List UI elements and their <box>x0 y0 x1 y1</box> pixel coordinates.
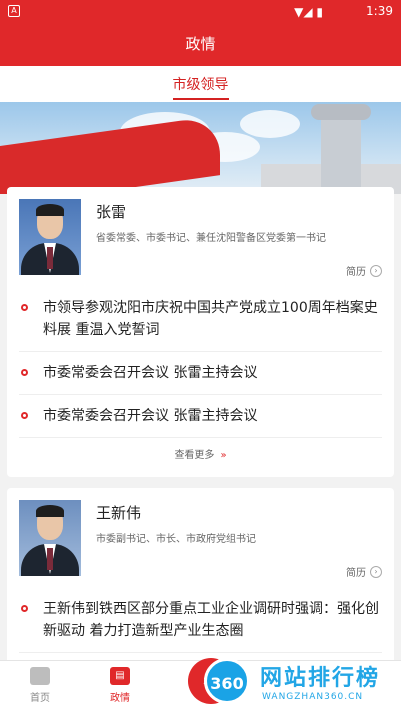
news-item[interactable]: 王新伟到铁西区部分重点工业企业调研时强调：强化创新驱动 着力打造新型产业生态圈 <box>19 588 382 653</box>
resume-label: 简历 <box>346 568 366 579</box>
page-title: 政情 <box>0 22 401 66</box>
leader-photo <box>19 500 81 576</box>
leader-card: 张雷 省委常委、市委书记、兼任沈阳警备区党委第一书记 简历 › 市领导参观沈阳市… <box>7 187 394 477</box>
news-list: 市领导参观沈阳市庆祝中国共产党成立100周年档案史料展 重温入党誓词 市委常委会… <box>7 287 394 438</box>
double-chevron-icon: » <box>220 450 227 461</box>
news-item[interactable]: 市委常委会召开会议 张雷主持会议 <box>19 395 382 438</box>
leader-name: 王新伟 <box>96 504 142 522</box>
leader-header[interactable]: 张雷 省委常委、市委书记、兼任沈阳警备区党委第一书记 简历 › <box>7 187 394 287</box>
politics-icon: ▤ <box>110 667 130 685</box>
leader-photo <box>19 199 81 275</box>
chevron-right-icon: › <box>370 565 382 578</box>
view-more-link[interactable]: 查看更多» <box>7 446 394 461</box>
banner-image <box>0 102 401 194</box>
bullet-icon <box>21 605 28 612</box>
resume-link[interactable]: 简历 › <box>346 564 382 579</box>
chevron-right-icon: › <box>370 264 382 277</box>
watermark-subtext: WANGZHAN360.CN <box>262 692 364 702</box>
tab-politics[interactable]: ▤ 政情 <box>90 667 150 704</box>
watermark-text: 网站排行榜 <box>260 666 381 691</box>
news-item[interactable]: 市委常委会召开会议 张雷主持会议 <box>19 352 382 395</box>
sub-navigation: 市级领导 <box>0 66 401 102</box>
bullet-icon <box>21 304 28 311</box>
red-flag-decoration <box>0 115 220 194</box>
leader-header[interactable]: 王新伟 市委副书记、市长、市政府党组书记 简历 › <box>7 488 394 588</box>
home-icon <box>30 667 50 685</box>
tab-home[interactable]: 首页 <box>10 667 70 704</box>
watermark-logo: 看 360 网站排行榜 WANGZHAN360.CN <box>180 656 401 713</box>
bullet-icon <box>21 412 28 419</box>
clock: 1:39 <box>366 4 393 18</box>
leader-title: 省委常委、市委书记、兼任沈阳警备区党委第一书记 <box>96 233 326 244</box>
bullet-icon <box>21 369 28 376</box>
watermark-360-circle: 360 <box>204 658 250 704</box>
resume-label: 简历 <box>346 267 366 278</box>
tab-city-leaders[interactable]: 市级领导 <box>172 74 229 100</box>
resume-link[interactable]: 简历 › <box>346 263 382 278</box>
status-bar: A ▼◢ ▮ 1:39 <box>0 0 401 22</box>
leader-name: 张雷 <box>96 203 127 221</box>
huabiao-pillar-decoration <box>321 112 361 194</box>
leader-title: 市委副书记、市长、市政府党组书记 <box>96 534 256 545</box>
app-notification-icon: A <box>8 5 20 17</box>
news-item[interactable]: 市领导参观沈阳市庆祝中国共产党成立100周年档案史料展 重温入党誓词 <box>19 287 382 352</box>
signal-battery-icons: ▼◢ ▮ <box>294 5 323 19</box>
news-list: 王新伟到铁西区部分重点工业企业调研时强调：强化创新驱动 着力打造新型产业生态圈 <box>7 588 394 653</box>
